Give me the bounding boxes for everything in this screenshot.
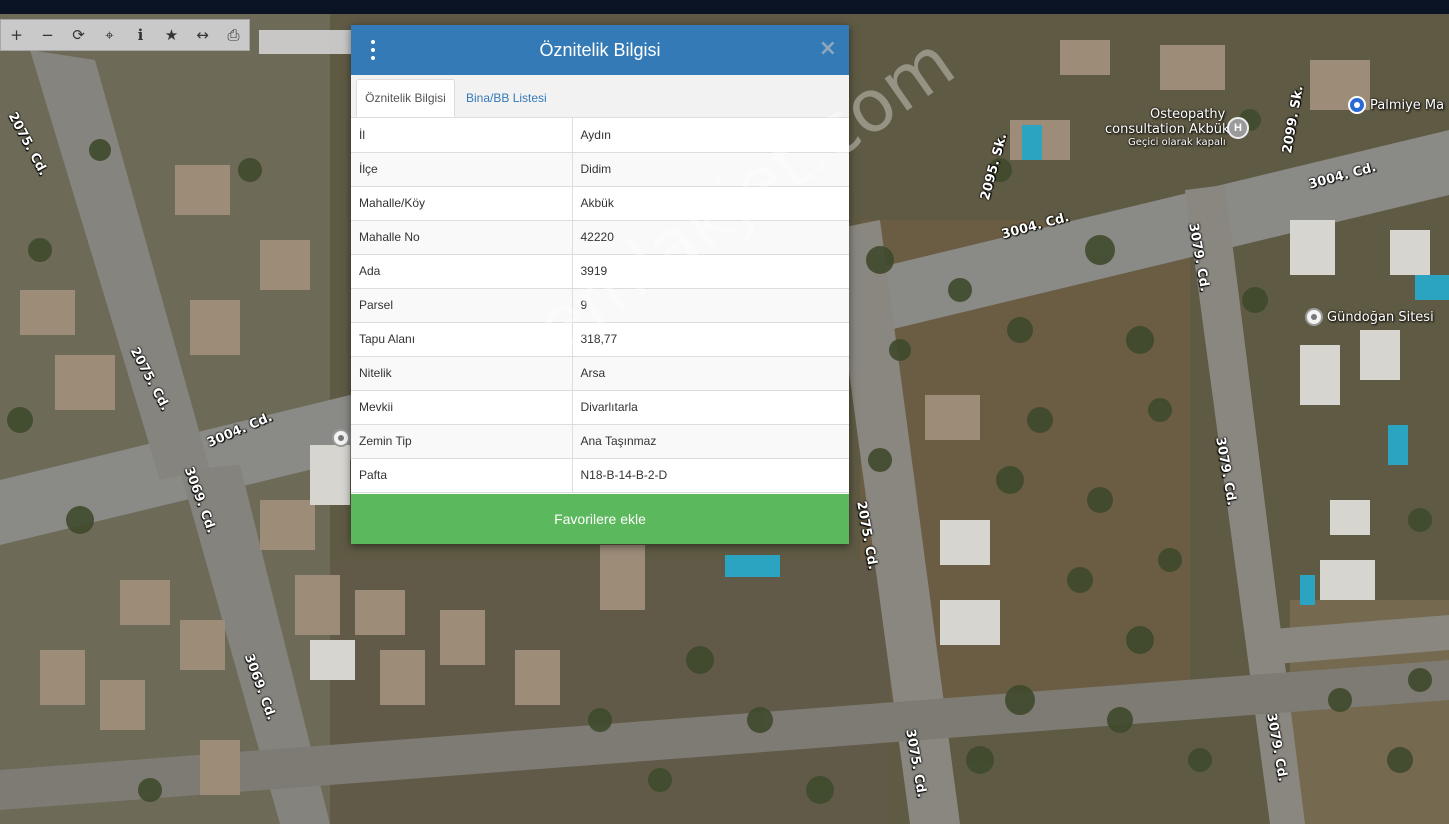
poi-label: Palmiye Ma	[1370, 97, 1445, 113]
attribute-value: Akbük	[572, 186, 849, 221]
attribute-key: Pafta	[351, 458, 573, 493]
attribute-table: İl Aydın İlçe Didim Mahalle/Köy Akbük Mahalle …	[351, 118, 849, 493]
attribute-key: Nitelik	[351, 356, 573, 391]
dialog-header: Öznitelik Bilgisi ×	[351, 25, 849, 75]
tab-attribute-info[interactable]: Öznitelik Bilgisi	[356, 79, 455, 117]
attribute-key: İl	[351, 118, 573, 153]
attribute-value: Didim	[572, 152, 849, 187]
table-row: Tapu Alanı 318,77	[351, 322, 849, 357]
attribute-value: Arsa	[572, 356, 849, 391]
table-row: Ada 3919	[351, 254, 849, 289]
table-row: Pafta N18-B-14-B-2-D	[351, 458, 849, 493]
map-toolbar: + − ⟳ ⌖ i ★ ↔ ⎙	[0, 19, 250, 51]
print-icon: ⎙	[227, 26, 240, 44]
locate-button[interactable]: ⌖	[94, 20, 125, 50]
info-button[interactable]: i	[125, 20, 156, 50]
poi-status: Geçici olarak kapalı	[1128, 137, 1226, 148]
refresh-icon: ⟳	[72, 26, 85, 44]
attribute-key: Zemin Tip	[351, 424, 573, 459]
table-row: Zemin Tip Ana Taşınmaz	[351, 424, 849, 459]
print-button[interactable]: ⎙	[218, 20, 249, 50]
table-row: Nitelik Arsa	[351, 356, 849, 391]
poi-osteopathy[interactable]: Osteopathy consultation Akbük Geçici ola…	[1105, 107, 1255, 148]
poi-gundogan[interactable]: Gündoğan Sitesi	[1305, 308, 1434, 326]
star-icon: ★	[164, 26, 179, 44]
close-icon[interactable]: ×	[819, 38, 837, 60]
attribute-value: 9	[572, 288, 849, 323]
location-pin-icon	[332, 429, 350, 447]
zoom-out-button[interactable]: −	[32, 20, 63, 50]
location-pin-icon	[1305, 308, 1323, 326]
attribute-value: Aydın	[572, 118, 849, 153]
favorite-button[interactable]: ★	[156, 20, 187, 50]
table-row: İlçe Didim	[351, 152, 849, 187]
add-to-favorites-button[interactable]: Favorilere ekle	[351, 494, 849, 544]
attribute-key: Ada	[351, 254, 573, 289]
minus-icon: −	[41, 26, 54, 44]
table-row: Mahalle/Köy Akbük	[351, 186, 849, 221]
toolbar-extension	[259, 30, 356, 54]
poi-unnamed[interactable]	[332, 429, 350, 447]
attribute-value: Ana Taşınmaz	[572, 424, 849, 459]
horizontal-arrows-icon: ↔	[196, 26, 209, 44]
info-icon: i	[137, 26, 144, 44]
table-row: Mahalle No 42220	[351, 220, 849, 255]
attribute-key: Parsel	[351, 288, 573, 323]
measure-button[interactable]: ↔	[187, 20, 218, 50]
hospital-icon: H	[1227, 117, 1249, 139]
dialog-tabs: Öznitelik Bilgisi Bina/BB Listesi	[351, 75, 849, 118]
table-row: Parsel 9	[351, 288, 849, 323]
vertical-ellipsis-icon[interactable]	[369, 40, 377, 60]
table-row: Mevkii Divarlıtarla	[351, 390, 849, 425]
crosshair-icon: ⌖	[105, 26, 114, 44]
attribute-value: 318,77	[572, 322, 849, 357]
attribute-key: Mahalle No	[351, 220, 573, 255]
tab-building-list[interactable]: Bina/BB Listesi	[466, 79, 547, 117]
location-pin-icon	[1348, 96, 1366, 114]
attribute-key: İlçe	[351, 152, 573, 187]
poi-palmiye[interactable]: Palmiye Ma	[1348, 96, 1444, 114]
zoom-in-button[interactable]: +	[1, 20, 32, 50]
plus-icon: +	[10, 26, 23, 44]
attribute-value: Divarlıtarla	[572, 390, 849, 425]
attribute-value: N18-B-14-B-2-D	[572, 458, 849, 493]
refresh-button[interactable]: ⟳	[63, 20, 94, 50]
table-row: İl Aydın	[351, 118, 849, 153]
attribute-key: Mevkii	[351, 390, 573, 425]
attribute-info-dialog: Öznitelik Bilgisi × Öznitelik Bilgisi Bi…	[351, 25, 849, 544]
attribute-value: 3919	[572, 254, 849, 289]
poi-label: Gündoğan Sitesi	[1327, 309, 1434, 325]
attribute-key: Tapu Alanı	[351, 322, 573, 357]
top-bar	[0, 0, 1449, 14]
attribute-key: Mahalle/Köy	[351, 186, 573, 221]
attribute-value: 42220	[572, 220, 849, 255]
dialog-title: Öznitelik Bilgisi	[539, 39, 661, 60]
